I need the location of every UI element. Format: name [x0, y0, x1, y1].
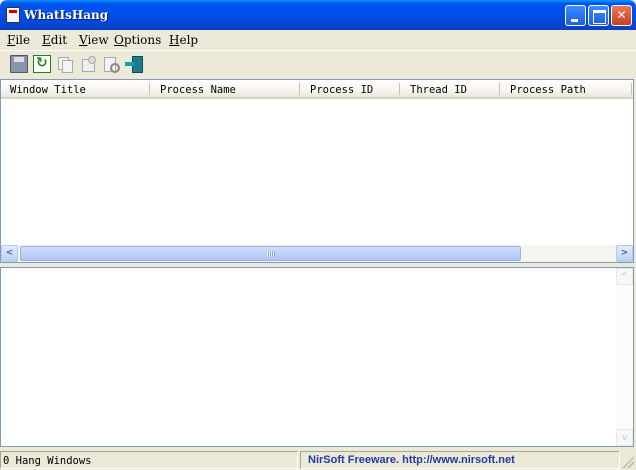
chevron-down-icon: v	[621, 433, 628, 443]
column-header-process-path[interactable]: Process Path	[501, 80, 633, 99]
scroll-right-button[interactable]: >	[616, 245, 633, 262]
menu-bar: File Edit View Options Help	[0, 30, 636, 50]
close-icon: ✕	[616, 8, 627, 22]
properties-icon[interactable]	[79, 55, 97, 73]
window-title: WhatIsHang	[24, 8, 109, 22]
status-nirsoft-link[interactable]: NirSoft Freeware. http://www.nirsoft.net	[300, 451, 620, 469]
scroll-thumb[interactable]	[20, 246, 521, 261]
minimize-button[interactable]	[565, 5, 586, 26]
save-icon[interactable]	[10, 55, 28, 73]
app-window: WhatIsHang ✕ File Edit View Options Help…	[0, 0, 636, 470]
grip-icon	[267, 251, 275, 257]
scroll-up-button[interactable]: ^	[616, 268, 633, 285]
find-icon[interactable]	[102, 55, 120, 73]
chevron-up-icon: ^	[620, 272, 629, 282]
chevron-left-icon: <	[5, 248, 14, 258]
copy-icon[interactable]	[56, 55, 74, 73]
menu-options[interactable]: Options	[114, 33, 161, 47]
status-bar: 0 Hang Windows NirSoft Freeware. http://…	[0, 450, 636, 470]
app-icon[interactable]	[6, 7, 20, 23]
column-header-process-id[interactable]: Process ID	[301, 80, 401, 99]
scroll-down-button[interactable]: v	[616, 429, 633, 446]
status-hang-count: 0 Hang Windows	[0, 451, 298, 469]
column-header-process-name[interactable]: Process Name	[151, 80, 301, 99]
resize-grip-icon[interactable]	[622, 456, 634, 468]
column-header-window-title[interactable]: Window Title	[1, 80, 151, 99]
menu-file[interactable]: File	[7, 33, 30, 47]
hang-windows-list[interactable]: Window Title Process Name Process ID Thr…	[0, 79, 634, 263]
title-bar[interactable]: WhatIsHang ✕	[0, 0, 636, 30]
toolbar	[0, 50, 636, 78]
exit-icon[interactable]	[125, 55, 143, 73]
vertical-scrollbar[interactable]: ^ v	[616, 268, 633, 446]
horizontal-scrollbar[interactable]: < >	[1, 245, 633, 262]
scroll-left-button[interactable]: <	[1, 245, 18, 262]
close-button[interactable]: ✕	[611, 5, 632, 26]
column-header-thread-id[interactable]: Thread ID	[401, 80, 501, 99]
maximize-button[interactable]	[588, 5, 609, 26]
menu-help[interactable]: Help	[169, 33, 198, 47]
menu-edit[interactable]: Edit	[42, 33, 67, 47]
refresh-icon[interactable]	[33, 55, 51, 73]
details-pane[interactable]: ^ v	[0, 267, 634, 447]
menu-view[interactable]: View	[79, 33, 109, 47]
chevron-right-icon: >	[620, 248, 629, 258]
